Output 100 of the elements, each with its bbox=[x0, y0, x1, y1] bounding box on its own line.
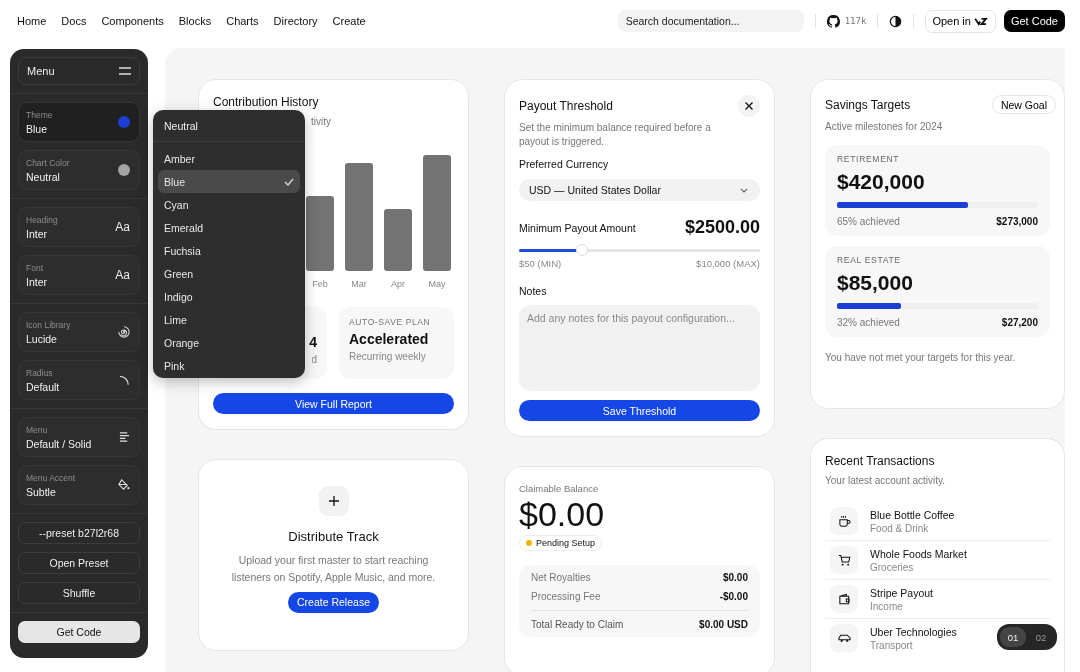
stat-value: 4 bbox=[309, 333, 317, 350]
close-icon[interactable] bbox=[738, 95, 760, 117]
card-description: Upload your first master to start reaching listeners on Spotify, Apple Music, and more. bbox=[230, 553, 437, 585]
search-field[interactable]: Search documentation... bbox=[617, 10, 804, 32]
nav-link[interactable]: Home bbox=[17, 15, 47, 27]
setting-picker[interactable]: Menu Accent Subtle bbox=[18, 465, 140, 505]
spiral-icon bbox=[118, 326, 130, 338]
saved-amount: $27,200 bbox=[1001, 317, 1038, 328]
card-title: Contribution History bbox=[213, 95, 320, 109]
month-label: Mar bbox=[351, 279, 367, 291]
save-threshold-button[interactable]: Save Threshold bbox=[519, 400, 760, 421]
paint-bucket-icon bbox=[117, 479, 130, 491]
setting-picker[interactable]: Menu Default / Solid bbox=[18, 417, 140, 457]
stat-label: AUTO-SAVE PLAN bbox=[349, 317, 432, 327]
card-title: Recent Transactions bbox=[825, 454, 936, 468]
menu-icon bbox=[119, 67, 131, 75]
dropdown-option[interactable]: Lime bbox=[158, 308, 300, 331]
get-code-button[interactable]: Get Code bbox=[1003, 10, 1065, 32]
dropdown-header: Neutral bbox=[163, 119, 199, 134]
wallet-icon bbox=[837, 592, 851, 606]
month-label: Apr bbox=[391, 279, 405, 291]
create-release-button[interactable]: Create Release bbox=[288, 591, 379, 613]
plus-icon[interactable] bbox=[318, 486, 349, 516]
preset-button[interactable]: --preset b27l2r68 bbox=[18, 522, 140, 544]
summary-value: $0.00 bbox=[722, 572, 748, 584]
setting-picker[interactable]: Chart Color Neutral bbox=[18, 150, 140, 190]
progress-text: 65% achieved bbox=[837, 216, 900, 227]
month-label: Feb bbox=[312, 279, 328, 291]
nav-link[interactable]: Charts bbox=[226, 15, 259, 27]
card-description: Set the minimum balance required before a payout is triggered. bbox=[519, 121, 712, 149]
total-value: $0.00 USD bbox=[699, 619, 748, 631]
panel-button[interactable]: Open Preset bbox=[18, 552, 140, 574]
font-sample: Aa bbox=[115, 220, 130, 234]
currency-select[interactable]: USD — United States Dollar bbox=[519, 179, 760, 201]
open-in-button[interactable]: Open in bbox=[925, 9, 996, 33]
get-code-button[interactable]: Get Code bbox=[18, 621, 140, 643]
status-text: Pending Setup bbox=[536, 538, 596, 549]
goal-label: REAL ESTATE bbox=[837, 255, 902, 265]
summary-label: Net Royalties bbox=[531, 572, 591, 584]
slider-thumb[interactable] bbox=[575, 244, 588, 256]
coffee-cup-icon bbox=[837, 514, 851, 528]
balance-label: Claimable Balance bbox=[519, 483, 600, 494]
page-button[interactable]: 02 bbox=[1028, 627, 1054, 647]
shopping-cart-icon bbox=[837, 553, 851, 567]
setting-picker[interactable]: Radius Default bbox=[18, 360, 140, 400]
new-goal-button[interactable]: New Goal bbox=[991, 95, 1056, 114]
chart-bar bbox=[384, 209, 412, 271]
setting-picker[interactable]: Heading Inter Aa bbox=[18, 207, 140, 247]
transaction-category: Income bbox=[870, 600, 904, 612]
nav-link[interactable]: Create bbox=[332, 15, 366, 27]
transaction-name: Stripe Payout bbox=[870, 586, 934, 599]
card-footer-text: You have not met your targets for this year. bbox=[825, 351, 1017, 365]
transaction-name: Whole Foods Market bbox=[870, 547, 967, 560]
dropdown-option[interactable]: Blue bbox=[158, 170, 300, 193]
transaction-category: Food & Drink bbox=[870, 522, 930, 534]
font-sample: Aa bbox=[115, 268, 130, 282]
view-report-button[interactable]: View Full Report bbox=[213, 393, 454, 414]
field-label: Notes bbox=[519, 285, 548, 297]
dropdown-option[interactable]: Indigo bbox=[158, 285, 300, 308]
saved-amount: $273,000 bbox=[996, 216, 1038, 227]
dropdown-option[interactable]: Orange bbox=[158, 331, 300, 354]
nav-link[interactable]: Components bbox=[101, 15, 164, 27]
theme-toggle-icon[interactable] bbox=[889, 14, 903, 28]
github-icon bbox=[826, 14, 840, 28]
nav-link[interactable]: Blocks bbox=[178, 15, 212, 27]
menu-button[interactable]: Menu bbox=[18, 57, 140, 85]
setting-picker[interactable]: Font Inter Aa bbox=[18, 255, 140, 295]
dropdown-option[interactable]: Emerald bbox=[158, 216, 300, 239]
nav-link[interactable]: Directory bbox=[273, 15, 318, 27]
page-button[interactable]: 01 bbox=[1000, 627, 1026, 647]
max-label: $10,000 (MAX) bbox=[696, 258, 760, 269]
dropdown-option[interactable]: Green bbox=[158, 262, 300, 285]
logo-icon bbox=[973, 16, 989, 26]
setting-picker[interactable]: Theme Blue bbox=[18, 102, 140, 142]
card-subtitle: tivity bbox=[310, 115, 332, 129]
dropdown-option[interactable]: Cyan bbox=[158, 193, 300, 216]
transaction-name: Uber Technologies bbox=[870, 625, 957, 638]
nav-link[interactable]: Docs bbox=[61, 15, 87, 27]
field-label: Preferred Currency bbox=[519, 158, 610, 170]
align-lines-icon bbox=[119, 432, 130, 442]
car-icon bbox=[837, 633, 851, 643]
progress-text: 32% achieved bbox=[837, 317, 900, 328]
field-label: Minimum Payout Amount bbox=[519, 221, 636, 234]
notes-field[interactable]: Add any notes for this payout configuration... bbox=[519, 305, 760, 391]
card-title: Savings Targets bbox=[825, 97, 911, 112]
month-label: May bbox=[428, 279, 446, 291]
panel-button[interactable]: Shuffle bbox=[18, 582, 140, 604]
setting-picker[interactable]: Icon Library Lucide bbox=[18, 312, 140, 352]
balance-amount: $0.00 bbox=[519, 496, 606, 534]
goal-amount: $420,000 bbox=[837, 170, 926, 194]
amount-slider[interactable] bbox=[519, 244, 760, 256]
card-subtitle: Active milestones for 2024 bbox=[825, 120, 944, 134]
transaction-category: Groceries bbox=[870, 561, 915, 573]
stat-note: Recurring weekly bbox=[349, 351, 427, 362]
dropdown-option[interactable]: Fuchsia bbox=[158, 239, 300, 262]
summary-label: Processing Fee bbox=[531, 591, 601, 603]
dropdown-option[interactable]: Pink bbox=[158, 354, 300, 377]
transaction-name: Blue Bottle Coffee bbox=[870, 508, 955, 521]
dropdown-option[interactable]: Amber bbox=[158, 147, 300, 170]
goal-amount: $85,000 bbox=[837, 271, 914, 295]
